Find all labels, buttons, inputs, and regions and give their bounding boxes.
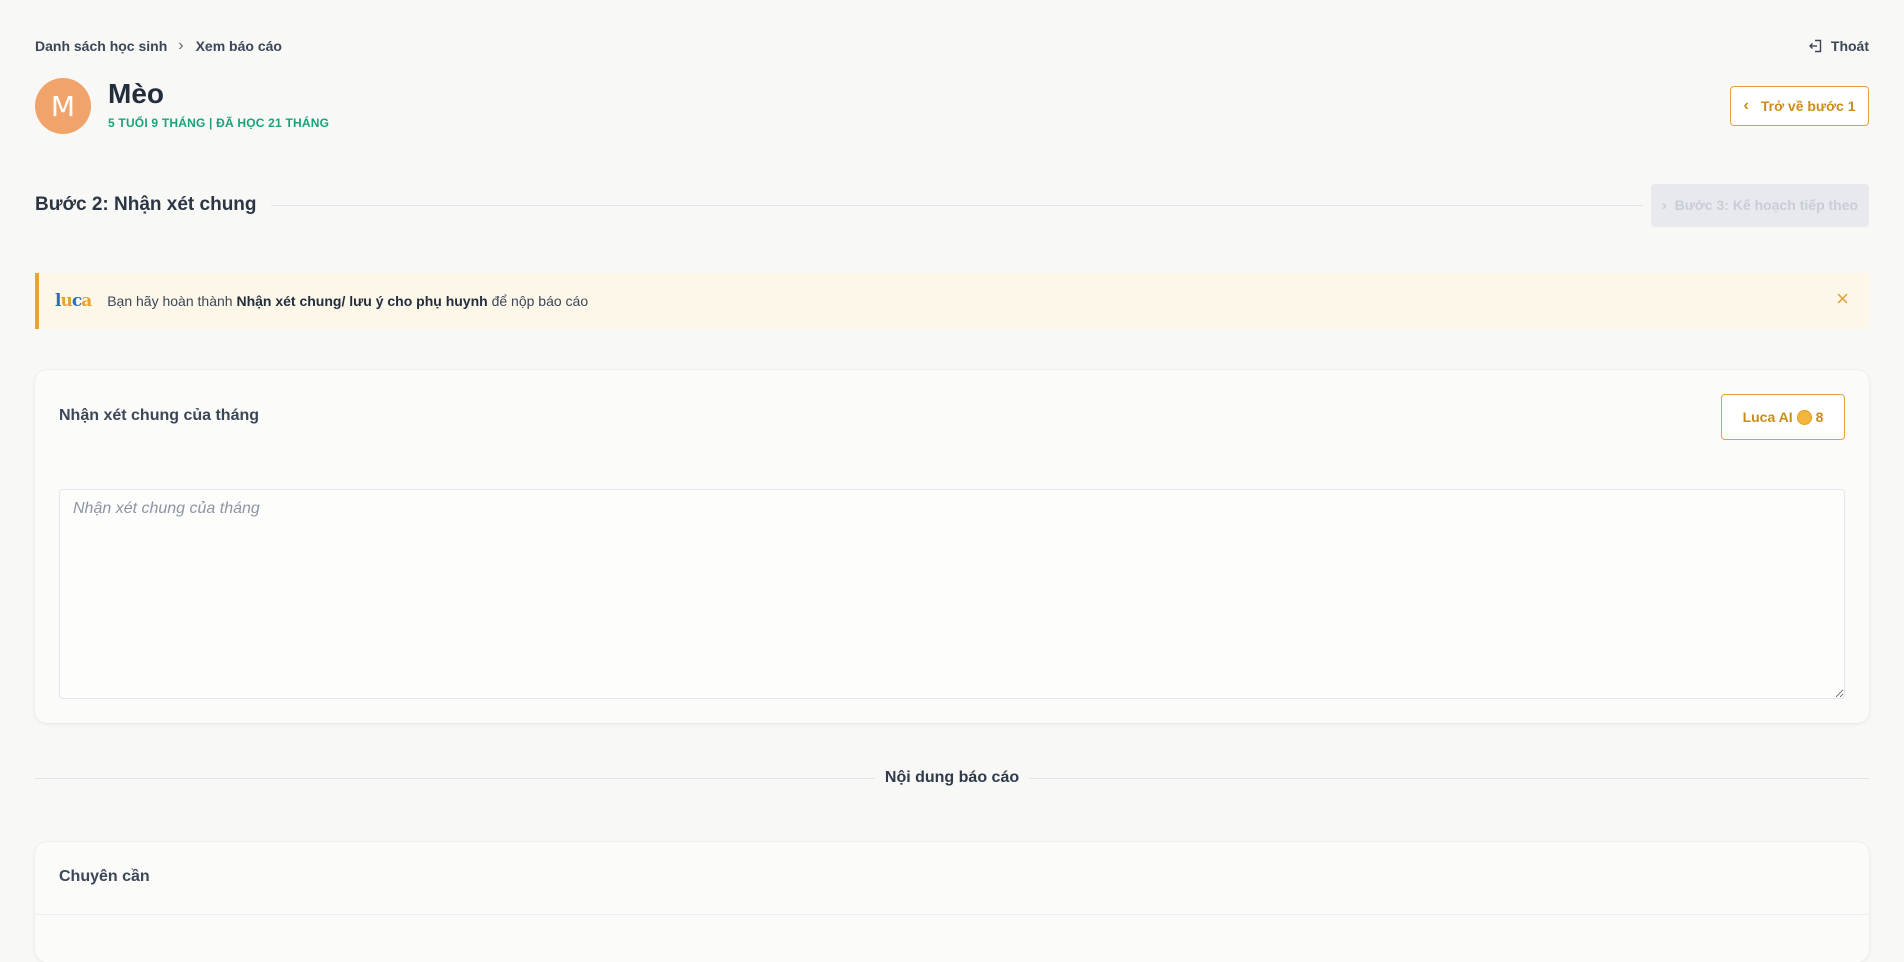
avatar: M: [35, 78, 91, 134]
divider-line-right: [1029, 777, 1869, 779]
student-header: M Mèo 5 TUỔI 9 THÁNG | ĐÃ HỌC 21 THÁNG: [35, 78, 329, 134]
attendance-card: Chuyên cần: [35, 842, 1869, 962]
monthly-comment-input[interactable]: [59, 489, 1845, 699]
luca-ai-label: Luca AI: [1742, 409, 1793, 425]
ai-credits-count: 8: [1815, 409, 1824, 425]
student-meta: 5 TUỔI 9 THÁNG | ĐÃ HỌC 21 THÁNG: [108, 116, 330, 130]
back-to-step-1-button[interactable]: ‹ Trở về bước 1: [1730, 86, 1869, 126]
logout-label: Thoát: [1830, 38, 1869, 54]
breadcrumb-student-list-link[interactable]: Danh sách học sinh: [35, 38, 167, 54]
divider-line-left: [35, 777, 875, 779]
luca-ai-button[interactable]: Luca AI 8: [1721, 394, 1845, 440]
next-step-button[interactable]: › Bước 3: Kế hoạch tiếp theo: [1651, 183, 1869, 227]
step-divider: [270, 204, 1643, 206]
attendance-title: Chuyên cần: [59, 868, 150, 885]
logout-icon: [1808, 39, 1822, 53]
logout-button[interactable]: Thoát: [1808, 38, 1869, 54]
coin-icon: [1796, 409, 1812, 425]
step-header: Bước 2: Nhận xét chung › Bước 3: Kế hoạc…: [35, 183, 1869, 227]
step-title: Bước 2: Nhận xét chung: [35, 194, 257, 215]
student-name: Mèo: [108, 78, 164, 109]
close-icon[interactable]: ×: [1836, 287, 1849, 311]
top-bar: Danh sách học sinh › Xem báo cáo Thoát: [35, 34, 1869, 58]
chevron-right-icon: ›: [178, 37, 184, 54]
chevron-left-icon: ‹: [1743, 97, 1749, 114]
luca-logo: luca: [55, 291, 92, 311]
next-step-label: Bước 3: Kế hoạch tiếp theo: [1674, 197, 1859, 213]
breadcrumb-view-report-link[interactable]: Xem báo cáo: [196, 38, 282, 54]
notice-text: Bạn hãy hoàn thành Nhận xét chung/ lưu ý…: [107, 293, 589, 309]
chevron-right-icon: ›: [1661, 197, 1667, 213]
back-button-label: Trở về bước 1: [1760, 98, 1856, 114]
monthly-comment-title: Nhận xét chung của tháng: [59, 407, 260, 424]
report-content-label: Nội dung báo cáo: [884, 769, 1020, 786]
notice-banner: luca Bạn hãy hoàn thành Nhận xét chung/ …: [35, 273, 1869, 329]
student-info: Mèo 5 TUỔI 9 THÁNG | ĐÃ HỌC 21 THÁNG: [108, 78, 330, 130]
breadcrumb: Danh sách học sinh › Xem báo cáo: [35, 37, 282, 55]
monthly-comment-card: Nhận xét chung của tháng Luca AI 8: [35, 370, 1869, 723]
attendance-divider: [35, 914, 1869, 915]
report-content-divider: Nội dung báo cáo: [35, 768, 1869, 788]
